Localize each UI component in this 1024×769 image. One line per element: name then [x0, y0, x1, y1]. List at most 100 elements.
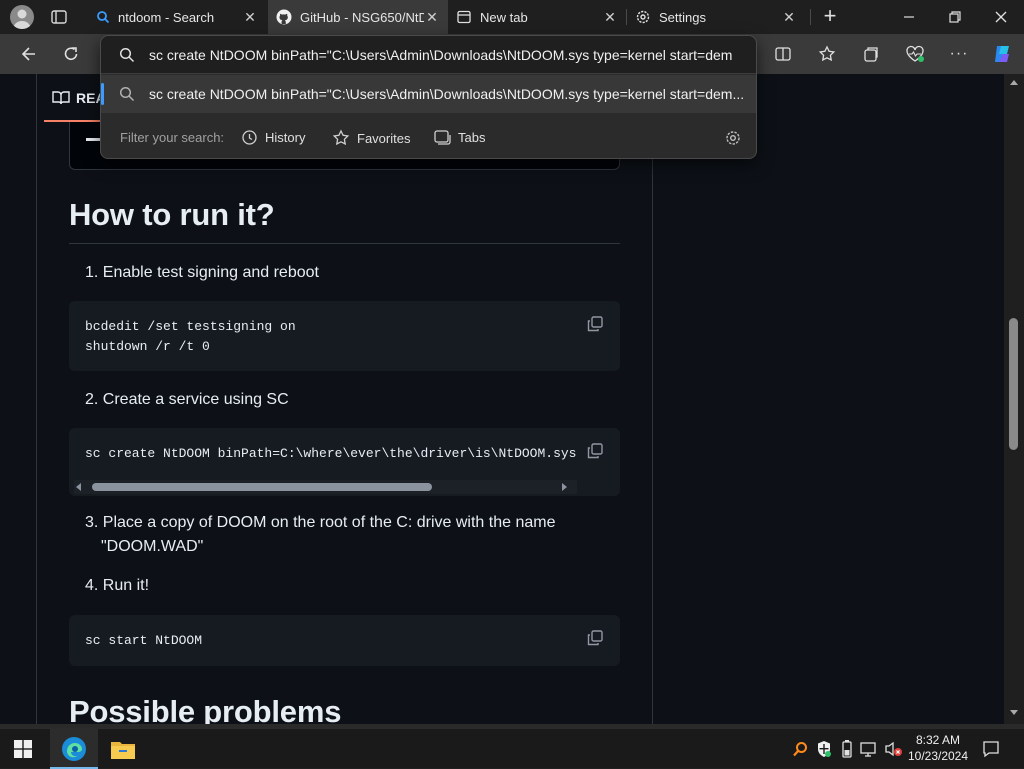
copilot-button[interactable] — [986, 38, 1018, 70]
split-screen-button[interactable] — [767, 38, 799, 70]
collections-button[interactable] — [855, 38, 887, 70]
step-text: Run it! — [102, 577, 150, 594]
browser-essentials-button[interactable] — [899, 38, 931, 70]
volume-muted-icon[interactable] — [884, 741, 904, 757]
tab-title: ntdoom - Search — [118, 9, 215, 25]
web-page: REA How to run it? 1. Enable test signin… — [0, 74, 1024, 724]
tabs-icon — [434, 130, 451, 145]
step-text: "DOOM.WAD" — [101, 538, 204, 555]
notifications-button[interactable] — [982, 740, 1000, 758]
windows-taskbar: 8:32 AM 10/23/2024 — [0, 728, 1024, 769]
code-text: bcdedit /set testsigning on shutdown /r … — [85, 319, 296, 354]
profile-avatar[interactable] — [10, 5, 34, 29]
code-text: sc start NtDOOM — [85, 633, 203, 648]
new-tab-icon — [456, 9, 472, 25]
filter-history-button[interactable]: History — [241, 129, 305, 146]
clock[interactable]: 8:32 AM 10/23/2024 — [905, 732, 971, 766]
taskbar-edge-button[interactable] — [50, 729, 98, 769]
scroll-right-arrow-icon[interactable] — [562, 483, 567, 491]
search-icon — [119, 47, 135, 63]
tab-title: GitHub - NSG650/NtD — [300, 9, 424, 25]
address-input[interactable]: sc create NtDOOM binPath="C:\Users\Admin… — [149, 47, 739, 63]
windows-logo-icon — [14, 740, 32, 758]
image-fragment — [86, 138, 100, 141]
copy-button[interactable] — [586, 629, 604, 647]
refresh-icon — [64, 47, 78, 60]
github-icon — [276, 9, 292, 25]
start-button[interactable] — [14, 740, 32, 758]
step-text: Place a copy of DOOM on the root of the … — [102, 514, 556, 531]
filter-label-text: History — [265, 130, 306, 145]
network-icon[interactable] — [860, 741, 880, 757]
scrollbar-thumb[interactable] — [1009, 318, 1018, 450]
scrollbar-thumb[interactable] — [92, 483, 432, 491]
close-tab-icon[interactable]: ✕ — [242, 9, 258, 25]
restore-button[interactable] — [946, 8, 964, 26]
bing-search-icon — [96, 10, 110, 24]
clock-time: 8:32 AM — [915, 733, 961, 747]
scroll-up-arrow-icon[interactable] — [1010, 80, 1018, 85]
code-scroll-area[interactable]: sc create NtDOOM binPath=C:\where\ever\t… — [85, 444, 576, 464]
step-text: Enable test signing and reboot — [102, 264, 319, 281]
step-number: 3. — [85, 514, 99, 531]
step-2: 2. Create a service using SC — [85, 388, 289, 412]
search-icon — [119, 86, 135, 102]
filter-label-text: Tabs — [458, 129, 486, 145]
close-tab-icon[interactable]: ✕ — [781, 9, 797, 25]
scroll-left-arrow-icon[interactable] — [76, 483, 81, 491]
tab-title: New tab — [480, 9, 528, 25]
tab-settings[interactable]: Settings ✕ — [627, 0, 805, 34]
tab-separator — [810, 9, 811, 25]
code-block-testsigning: bcdedit /set testsigning on shutdown /r … — [69, 301, 620, 371]
copilot-icon — [995, 46, 1009, 62]
suggestion-row[interactable]: sc create NtDOOM binPath="C:\Users\Admin… — [101, 75, 756, 113]
copy-button[interactable] — [586, 442, 604, 460]
tab-github[interactable]: GitHub - NSG650/NtD ✕ — [268, 0, 448, 34]
step-4: 4. Run it! — [85, 574, 149, 598]
search-settings-gear-icon[interactable] — [724, 129, 742, 147]
tab-strip: ntdoom - Search ✕ GitHub - NSG650/NtD ✕ … — [0, 0, 1024, 34]
step-3-line-2: "DOOM.WAD" — [101, 535, 203, 559]
filter-tabs-button[interactable]: Tabs — [433, 129, 485, 145]
address-bar-dropdown: sc create NtDOOM binPath="C:\Users\Admin… — [100, 35, 757, 159]
page-vertical-scrollbar[interactable] — [1004, 74, 1024, 724]
new-tab-button[interactable]: + — [820, 4, 840, 28]
step-number: 2. — [85, 391, 99, 408]
tray-search-icon[interactable] — [792, 741, 808, 757]
tab-new-tab[interactable]: New tab ✕ — [448, 0, 626, 34]
tab-search[interactable]: ntdoom - Search ✕ — [88, 0, 266, 34]
content-border-left — [36, 74, 37, 724]
refresh-button[interactable] — [55, 38, 87, 70]
code-block-sc-create: sc create NtDOOM binPath=C:\where\ever\t… — [69, 428, 620, 496]
filter-label-text: Favorites — [357, 130, 411, 146]
step-text: Create a service using SC — [102, 391, 289, 408]
horizontal-scrollbar[interactable] — [74, 480, 577, 494]
filter-favorites-button[interactable]: Favorites — [332, 129, 410, 147]
back-button[interactable] — [12, 38, 44, 70]
gear-icon — [635, 9, 651, 25]
favorites-button[interactable] — [811, 38, 843, 70]
copy-button[interactable] — [586, 315, 604, 333]
scroll-down-arrow-icon[interactable] — [1010, 710, 1018, 715]
step-number: 4. — [85, 577, 99, 594]
step-3: 3. Place a copy of DOOM on the root of t… — [85, 511, 555, 535]
close-tab-icon[interactable]: ✕ — [424, 9, 440, 25]
book-icon — [52, 91, 70, 105]
battery-icon[interactable] — [842, 739, 852, 759]
split-screen-icon — [775, 47, 791, 61]
minimize-button[interactable] — [900, 8, 918, 26]
more-menu-button[interactable]: ··· — [943, 38, 975, 70]
suggestion-bar — [101, 83, 104, 105]
code-block-sc-start: sc start NtDOOM — [69, 615, 620, 666]
history-icon — [242, 130, 257, 145]
address-input-row[interactable]: sc create NtDOOM binPath="C:\Users\Admin… — [101, 36, 756, 74]
edge-icon — [62, 737, 86, 761]
tab-actions-icon[interactable] — [50, 8, 68, 26]
heading-how-to-run: How to run it? — [69, 197, 275, 232]
taskbar-file-explorer-button[interactable] — [110, 738, 136, 760]
defender-shield-icon[interactable] — [816, 740, 832, 758]
close-tab-icon[interactable]: ✕ — [602, 9, 618, 25]
code-text: sc create NtDOOM binPath=C:\where\ever\t… — [85, 446, 576, 461]
close-window-button[interactable] — [992, 8, 1010, 26]
heart-pulse-icon — [906, 45, 924, 62]
